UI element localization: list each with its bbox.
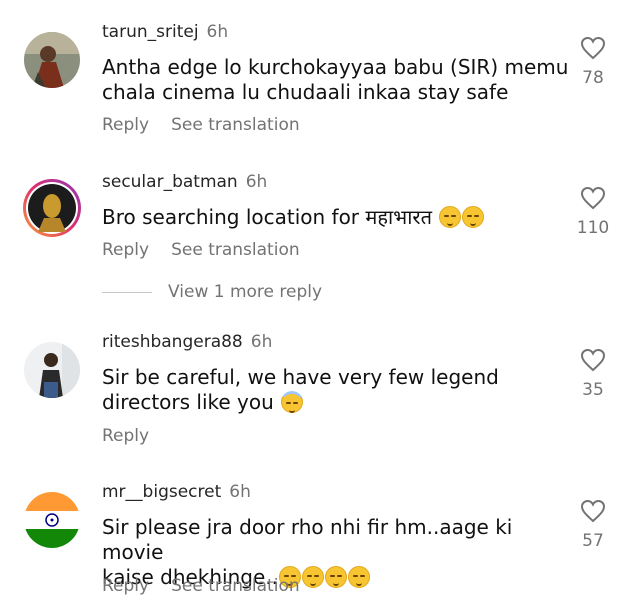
- heart-icon[interactable]: [580, 36, 606, 60]
- avatar[interactable]: [24, 342, 80, 398]
- view-more-label[interactable]: View 1 more reply: [168, 282, 322, 302]
- kissing-face-icon: [462, 206, 485, 228]
- like-count: 35: [582, 380, 604, 400]
- heart-icon[interactable]: [580, 186, 606, 210]
- view-more-replies[interactable]: View 1 more reply: [102, 282, 322, 302]
- avatar[interactable]: [24, 32, 80, 88]
- like-count: 78: [582, 68, 604, 88]
- like-block: 35: [563, 348, 623, 400]
- username[interactable]: secular_batman: [102, 172, 238, 192]
- comment-text-line: Antha edge lo kurchokayyaa babu (SIR) me…: [102, 55, 569, 79]
- comment-header: riteshbangera88 6h: [102, 332, 272, 352]
- reply-button[interactable]: Reply: [102, 426, 149, 446]
- comment-text: Bro searching location for महाभारत: [102, 205, 572, 230]
- like-block: 78: [563, 36, 623, 88]
- timestamp: 6h: [229, 482, 251, 502]
- comment-header: secular_batman 6h: [102, 172, 267, 192]
- comment-text-fragment: directors like you: [102, 390, 274, 414]
- like-count: 110: [576, 218, 610, 238]
- like-block: 57: [563, 499, 623, 551]
- disappointed-face-icon: [325, 566, 348, 588]
- smiling-halo-icon: [281, 391, 304, 413]
- avatar[interactable]: [22, 178, 82, 238]
- see-translation-button[interactable]: See translation: [171, 576, 300, 596]
- comment-text: Antha edge lo kurchokayyaa babu (SIR) me…: [102, 55, 572, 105]
- comment-header: tarun_sritej 6h: [102, 22, 228, 42]
- comment-actions: Reply See translation: [102, 240, 322, 260]
- comment-text-line: chala cinema lu chudaali inkaa stay safe: [102, 80, 509, 104]
- comment-actions: Reply: [102, 426, 171, 446]
- comment-actions: Reply See translation: [102, 576, 322, 596]
- reply-button[interactable]: Reply: [102, 576, 149, 596]
- avatar[interactable]: [24, 492, 80, 548]
- comment-text-line: Sir please jra door rho nhi fir hm..aage…: [102, 515, 513, 564]
- timestamp: 6h: [250, 332, 273, 352]
- comment-text-line: Sir be careful, we have very few legend: [102, 365, 499, 389]
- see-translation-button[interactable]: See translation: [171, 115, 300, 135]
- username[interactable]: mr__bigsecret: [102, 482, 221, 502]
- divider: [102, 291, 152, 293]
- comment-actions: Reply See translation: [102, 115, 322, 135]
- comment-text: Sir be careful, we have very few legend …: [102, 365, 572, 415]
- comment-header: mr__bigsecret 6h: [102, 482, 251, 502]
- reply-button[interactable]: Reply: [102, 240, 149, 260]
- timestamp: 6h: [245, 172, 268, 192]
- username[interactable]: riteshbangera88: [102, 332, 243, 352]
- disappointed-face-icon: [348, 566, 371, 588]
- like-block: 110: [563, 186, 623, 238]
- reply-button[interactable]: Reply: [102, 115, 149, 135]
- heart-icon[interactable]: [580, 499, 606, 523]
- username[interactable]: tarun_sritej: [102, 22, 199, 42]
- see-translation-button[interactable]: See translation: [171, 240, 300, 260]
- comment-text-line: directors like you: [102, 390, 572, 415]
- like-count: 57: [582, 531, 604, 551]
- timestamp: 6h: [206, 22, 229, 42]
- kissing-face-icon: [439, 206, 462, 228]
- heart-icon[interactable]: [580, 348, 606, 372]
- comment-text-line: Bro searching location for महाभारत: [102, 205, 432, 229]
